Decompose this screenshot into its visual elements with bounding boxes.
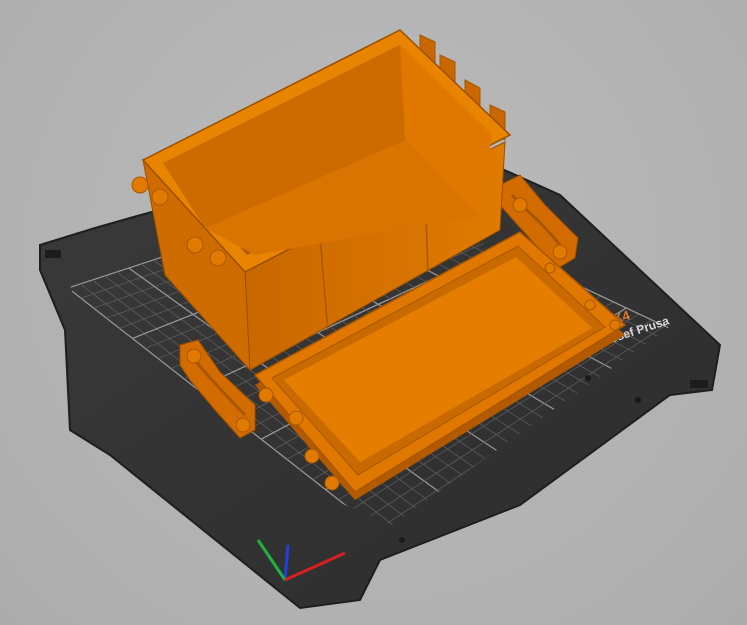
bed-screw [635,397,641,403]
bed-screw [399,537,405,543]
scene-canvas[interactable]: K4 Josef Prusa [0,0,747,625]
bed-notch-left [45,250,61,258]
bed-notch-right [690,380,708,388]
bed-screw [585,375,591,381]
3d-viewport[interactable]: K4 Josef Prusa [0,0,747,625]
